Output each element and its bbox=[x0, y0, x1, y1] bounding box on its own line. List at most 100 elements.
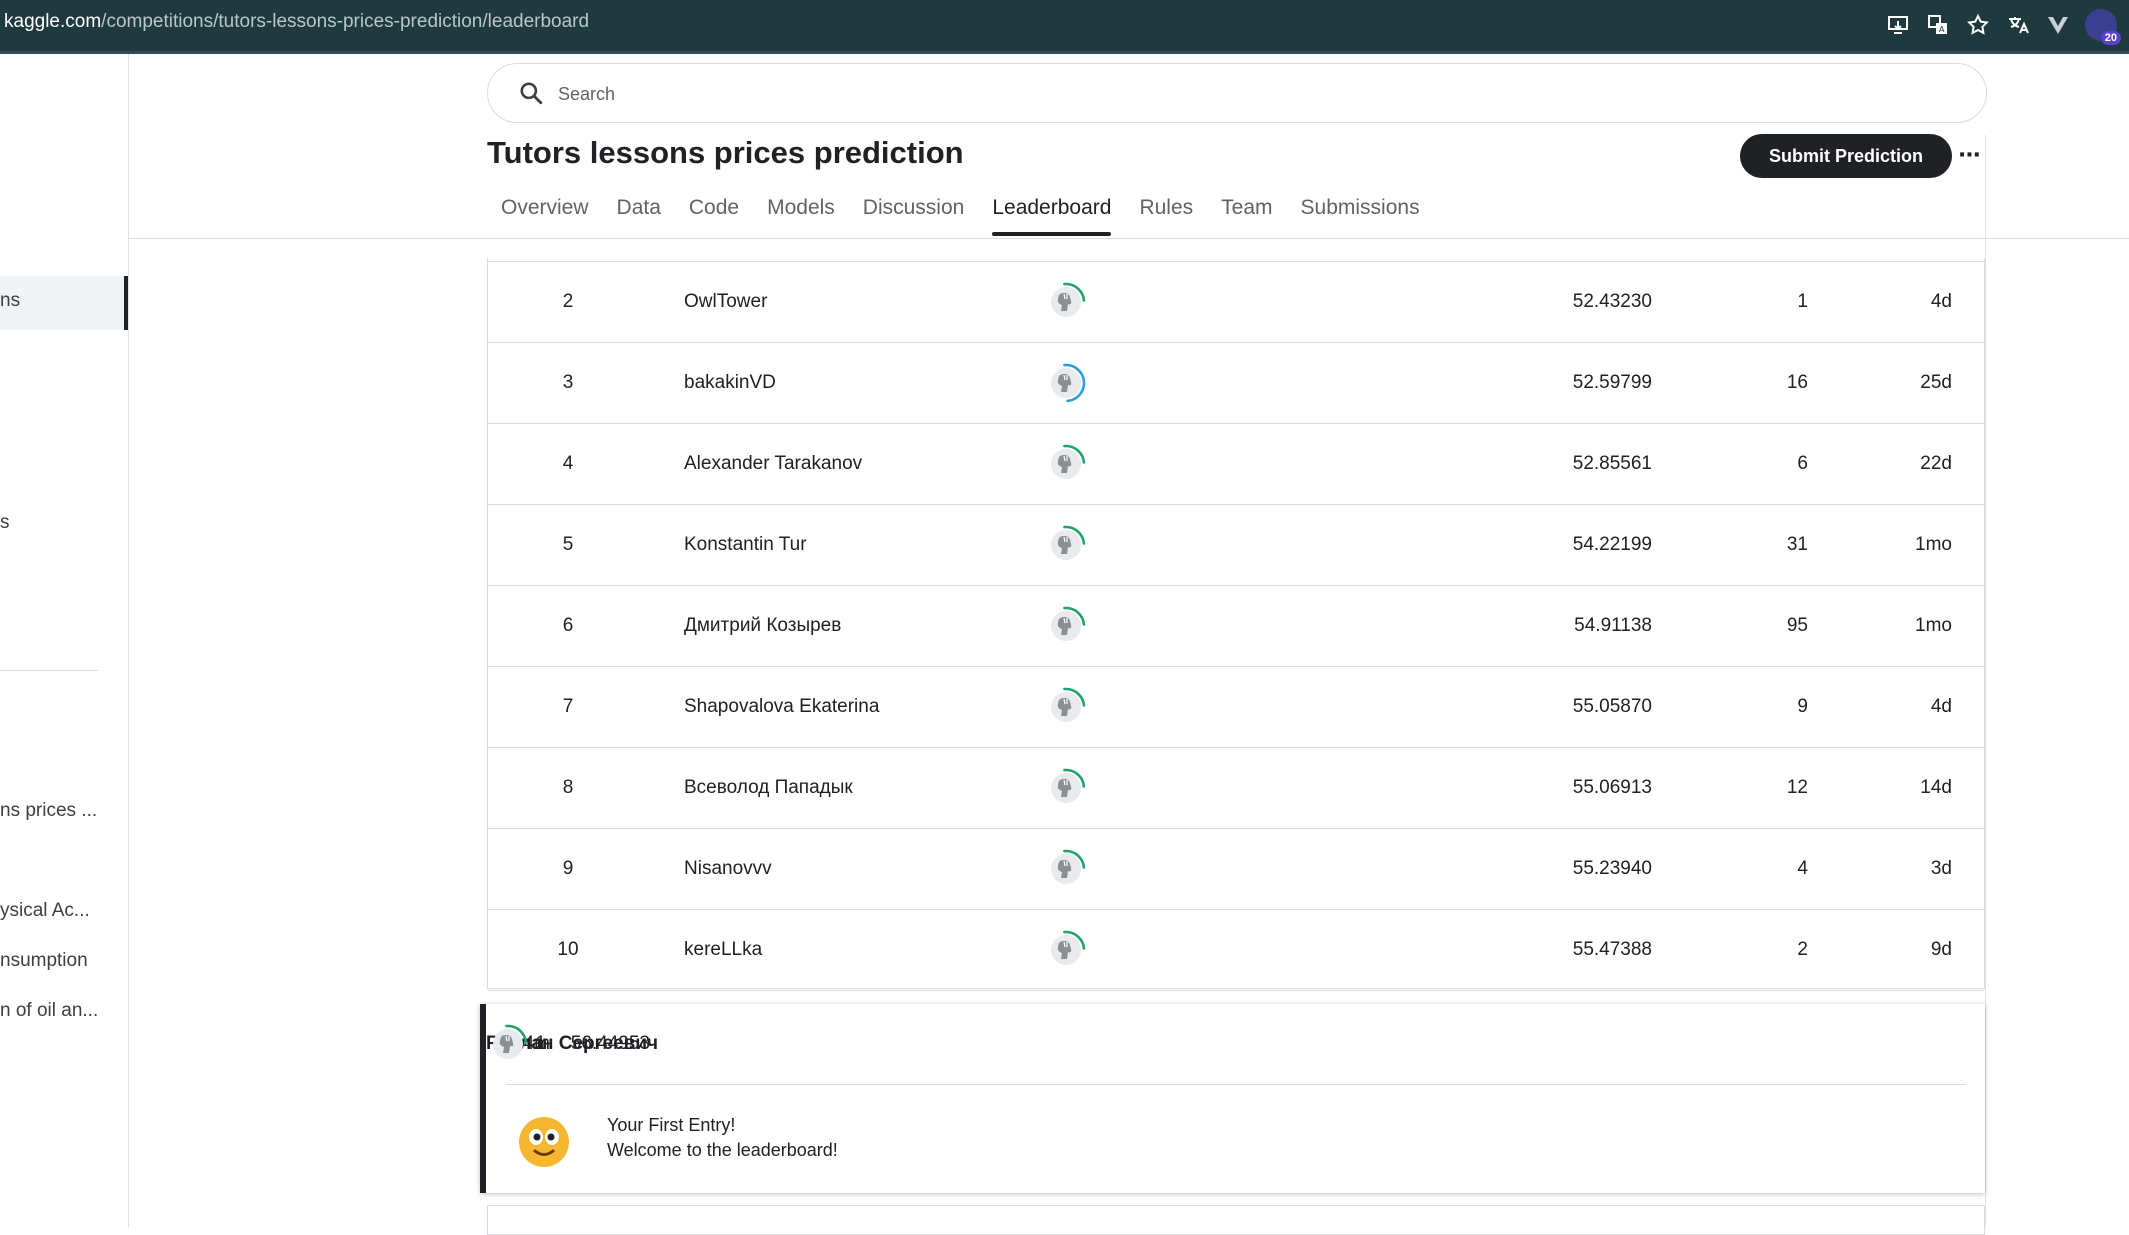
first-entry-subtitle: Welcome to the leaderboard! bbox=[607, 1140, 838, 1160]
user-avatar-icon bbox=[1044, 361, 1088, 405]
search-input[interactable] bbox=[556, 78, 1860, 110]
rank-cell: 4 bbox=[562, 453, 574, 474]
last-submission-cell: 25d bbox=[1920, 372, 1952, 393]
last-submission-cell: 14d bbox=[1920, 777, 1952, 798]
translate-icon[interactable]: A bbox=[1925, 12, 1951, 38]
vue-extension-icon[interactable] bbox=[2045, 12, 2071, 38]
sidebar-recent-item[interactable]: n of oil an... bbox=[0, 1000, 98, 1022]
tab-rules[interactable]: Rules bbox=[1125, 185, 1207, 236]
last-submission-cell: 4d bbox=[1930, 291, 1952, 312]
team-avatar[interactable] bbox=[1044, 928, 1088, 972]
tab-models[interactable]: Models bbox=[753, 185, 849, 236]
team-name[interactable]: Дмитрий Козырев bbox=[684, 586, 1084, 666]
entries-cell: 4 bbox=[1797, 858, 1808, 879]
team-avatar[interactable] bbox=[1044, 604, 1088, 648]
next-card-edge bbox=[487, 1205, 1985, 1235]
table-row[interactable]: 2 OwlTower 52.43230 1 4d bbox=[488, 262, 1984, 343]
user-avatar-icon bbox=[1044, 847, 1088, 891]
profile-badge: 20 bbox=[2100, 31, 2121, 45]
rank-cell: 10 bbox=[557, 939, 579, 960]
tab-leaderboard[interactable]: Leaderboard bbox=[978, 185, 1125, 236]
install-app-icon[interactable] bbox=[1885, 12, 1911, 38]
address-bar[interactable]: kaggle.com/competitions/tutors-lessons-p… bbox=[4, 11, 589, 33]
more-options-icon[interactable]: ⋯ bbox=[1958, 140, 1981, 170]
smiley-face-icon bbox=[519, 1117, 569, 1167]
submit-prediction-button[interactable]: Submit Prediction bbox=[1740, 134, 1952, 178]
team-avatar[interactable] bbox=[1044, 685, 1088, 729]
entries-cell: 2 bbox=[1797, 939, 1808, 960]
score-cell: 55.47388 bbox=[1572, 939, 1652, 960]
team-name[interactable]: OwlTower bbox=[684, 262, 1084, 342]
table-row[interactable]: 9 Nisanovvv 55.23940 4 3d bbox=[488, 829, 1984, 910]
entries-cell: 95 bbox=[1786, 615, 1808, 636]
bookmark-star-icon[interactable] bbox=[1965, 12, 1991, 38]
table-row[interactable]: 7 Shapovalova Ekaterina 55.05870 9 4d bbox=[488, 667, 1984, 748]
team-avatar[interactable] bbox=[1044, 847, 1088, 891]
team-avatar[interactable] bbox=[1044, 523, 1088, 567]
url-path: /competitions/tutors-lessons-prices-pred… bbox=[101, 11, 590, 32]
tab-team[interactable]: Team bbox=[1207, 185, 1286, 236]
entries-cell: 1 bbox=[1797, 291, 1808, 312]
rank-cell: 3 bbox=[562, 372, 574, 393]
tab-data[interactable]: Data bbox=[603, 185, 675, 236]
tab-submissions[interactable]: Submissions bbox=[1287, 185, 1434, 236]
team-name[interactable]: Shapovalova Ekaterina bbox=[684, 667, 1084, 747]
score-cell: 55.23940 bbox=[1572, 858, 1652, 879]
table-row[interactable]: 8 Всеволод Пападык 55.06913 12 14d bbox=[488, 748, 1984, 829]
team-name[interactable]: Konstantin Tur bbox=[684, 505, 1084, 585]
table-row[interactable]: 6 Дмитрий Козырев 54.91138 95 1mo bbox=[488, 586, 1984, 667]
svg-text:A: A bbox=[1939, 25, 1945, 34]
entries-cell: 16 bbox=[1786, 372, 1808, 393]
team-avatar[interactable] bbox=[1044, 766, 1088, 810]
entries-cell: 9 bbox=[1797, 696, 1808, 717]
user-avatar-icon bbox=[1044, 523, 1088, 567]
team-name[interactable]: kereLLka bbox=[684, 910, 1084, 990]
table-row-edge bbox=[488, 258, 1984, 262]
sidebar-item-label[interactable]: s bbox=[0, 512, 10, 534]
score-cell: 55.06913 bbox=[1572, 777, 1652, 798]
rank-cell: 9 bbox=[562, 858, 574, 879]
rank-cell: 2 bbox=[562, 291, 574, 312]
score-cell: 52.59799 bbox=[1572, 372, 1652, 393]
competition-tabs: Overview Data Code Models Discussion Lea… bbox=[487, 185, 1434, 239]
team-name[interactable]: Alexander Tarakanov bbox=[684, 424, 1084, 504]
user-avatar-icon bbox=[1044, 604, 1088, 648]
score-cell: 54.22199 bbox=[1572, 534, 1652, 555]
user-avatar-icon bbox=[1044, 442, 1088, 486]
last-submission-cell: 1mo bbox=[1915, 534, 1952, 555]
own-table-row[interactable]: 11Руслан Сергеевич56.4495314m bbox=[486, 1004, 1985, 1085]
team-avatar[interactable] bbox=[1044, 361, 1088, 405]
tab-discussion[interactable]: Discussion bbox=[849, 185, 979, 236]
leaderboard-table: 2 OwlTower 52.43230 1 4d 3 bakakinVD 52.59799 16… bbox=[487, 258, 1985, 991]
team-avatar[interactable] bbox=[1044, 280, 1088, 324]
browser-toolbar: kaggle.com/competitions/tutors-lessons-p… bbox=[0, 0, 2129, 54]
team-name[interactable]: Всеволод Пападык bbox=[684, 748, 1084, 828]
sidebar-recent-item[interactable]: nsumption bbox=[0, 950, 88, 972]
user-avatar-icon bbox=[486, 1022, 530, 1066]
rank-cell: 6 bbox=[562, 615, 574, 636]
last-submission-cell: 1mo bbox=[1915, 615, 1952, 636]
team-name[interactable]: Nisanovvv bbox=[684, 829, 1084, 909]
left-sidebar: ns s ns prices ... ysical Ac... nsumptio… bbox=[0, 54, 129, 1227]
table-row[interactable]: 3 bakakinVD 52.59799 16 25d bbox=[488, 343, 1984, 424]
last-submission-cell: 9d bbox=[1930, 939, 1952, 960]
sidebar-divider bbox=[0, 670, 98, 671]
search-bar[interactable] bbox=[487, 63, 1987, 123]
sidebar-recent-item[interactable]: ysical Ac... bbox=[0, 900, 90, 922]
content-frame-border bbox=[1985, 135, 1986, 1227]
tab-code[interactable]: Code bbox=[675, 185, 753, 236]
rank-cell: 7 bbox=[562, 696, 574, 717]
table-row[interactable]: 4 Alexander Tarakanov 52.85561 6 22d bbox=[488, 424, 1984, 505]
team-avatar[interactable] bbox=[1044, 442, 1088, 486]
sidebar-recent-item[interactable]: ns prices ... bbox=[0, 800, 97, 822]
tab-overview[interactable]: Overview bbox=[487, 185, 603, 236]
team-name[interactable]: bakakinVD bbox=[684, 343, 1084, 423]
profile-avatar[interactable]: 20 bbox=[2085, 9, 2121, 45]
entries-cell: 12 bbox=[1786, 777, 1808, 798]
table-row[interactable]: 5 Konstantin Tur 54.22199 31 1mo bbox=[488, 505, 1984, 586]
sidebar-item-label[interactable]: ns bbox=[0, 290, 20, 312]
table-row[interactable]: 10 kereLLka 55.47388 2 9d bbox=[488, 910, 1984, 991]
user-avatar-icon bbox=[1044, 766, 1088, 810]
team-avatar[interactable] bbox=[486, 1022, 530, 1066]
extension-translate-icon[interactable] bbox=[2005, 12, 2031, 38]
